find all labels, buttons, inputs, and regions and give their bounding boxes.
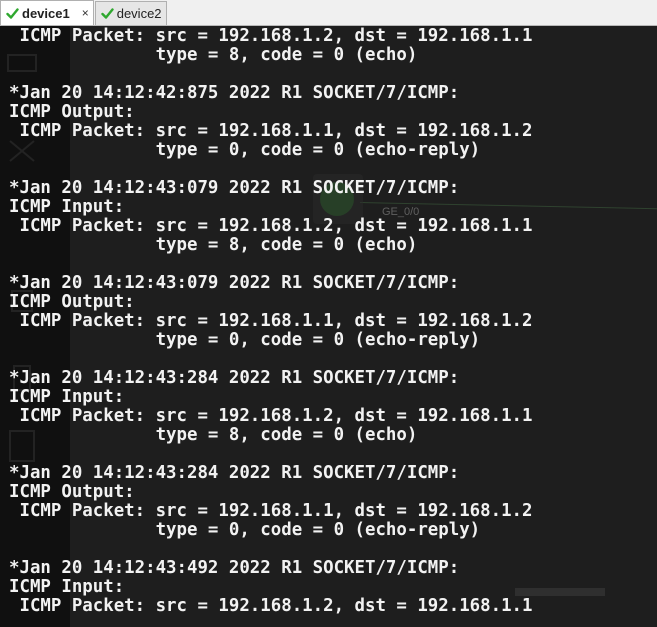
- terminal-output[interactable]: GE_0/0 ICMP Packet: src = 192.168.1.2, d…: [0, 26, 657, 627]
- tab-label: device2: [116, 6, 162, 21]
- terminal-window: device1 × device2 GE_0/0 ICMP Packet: sr…: [0, 0, 657, 627]
- terminal-line: type = 0, code = 0 (echo-reply): [9, 520, 481, 540]
- terminal-line: ICMP Output:: [9, 482, 135, 502]
- close-icon[interactable]: ×: [82, 6, 89, 20]
- terminal-line: type = 0, code = 0 (echo-reply): [9, 330, 481, 350]
- terminal-line: type = 8, code = 0 (echo): [9, 45, 418, 65]
- terminal-line: ICMP Packet: src = 192.168.1.2, dst = 19…: [9, 406, 533, 426]
- terminal-line: ICMP Packet: src = 192.168.1.1, dst = 19…: [9, 311, 533, 331]
- terminal-line: ICMP Packet: src = 192.168.1.2, dst = 19…: [9, 596, 533, 616]
- terminal-line: ICMP Packet: src = 192.168.1.1, dst = 19…: [9, 121, 533, 141]
- terminal-line: ICMP Packet: src = 192.168.1.2, dst = 19…: [9, 26, 533, 46]
- tab-device1[interactable]: device1 ×: [0, 0, 94, 25]
- terminal-line: ICMP Packet: src = 192.168.1.2, dst = 19…: [9, 216, 533, 236]
- terminal-line: *Jan 20 14:12:43:284 2022 R1 SOCKET/7/IC…: [9, 463, 460, 483]
- terminal-line: *Jan 20 14:12:43:284 2022 R1 SOCKET/7/IC…: [9, 368, 460, 388]
- terminal-line: *Jan 20 14:12:43:492 2022 R1 SOCKET/7/IC…: [9, 558, 460, 578]
- tab-bar: device1 × device2: [0, 0, 657, 26]
- terminal-line: ICMP Input:: [9, 577, 125, 597]
- green-check-icon: [6, 7, 19, 19]
- terminal-line: type = 0, code = 0 (echo-reply): [9, 140, 481, 160]
- terminal-line: type = 8, code = 0 (echo): [9, 425, 418, 445]
- terminal-line: ICMP Input:: [9, 197, 125, 217]
- tab-label: device1: [22, 5, 70, 21]
- terminal-line: ICMP Output:: [9, 102, 135, 122]
- terminal-lines: ICMP Packet: src = 192.168.1.2, dst = 19…: [9, 27, 533, 616]
- terminal-line: *Jan 20 14:12:43:079 2022 R1 SOCKET/7/IC…: [9, 178, 460, 198]
- terminal-line: *Jan 20 14:12:43:079 2022 R1 SOCKET/7/IC…: [9, 273, 460, 293]
- terminal-line: ICMP Input:: [9, 387, 125, 407]
- terminal-line: ICMP Output:: [9, 292, 135, 312]
- green-check-icon: [101, 8, 114, 19]
- terminal-line: type = 8, code = 0 (echo): [9, 235, 418, 255]
- terminal-line: *Jan 20 14:12:42:875 2022 R1 SOCKET/7/IC…: [9, 83, 460, 103]
- tab-device2[interactable]: device2: [94, 1, 167, 25]
- terminal-line: ICMP Packet: src = 192.168.1.1, dst = 19…: [9, 501, 533, 521]
